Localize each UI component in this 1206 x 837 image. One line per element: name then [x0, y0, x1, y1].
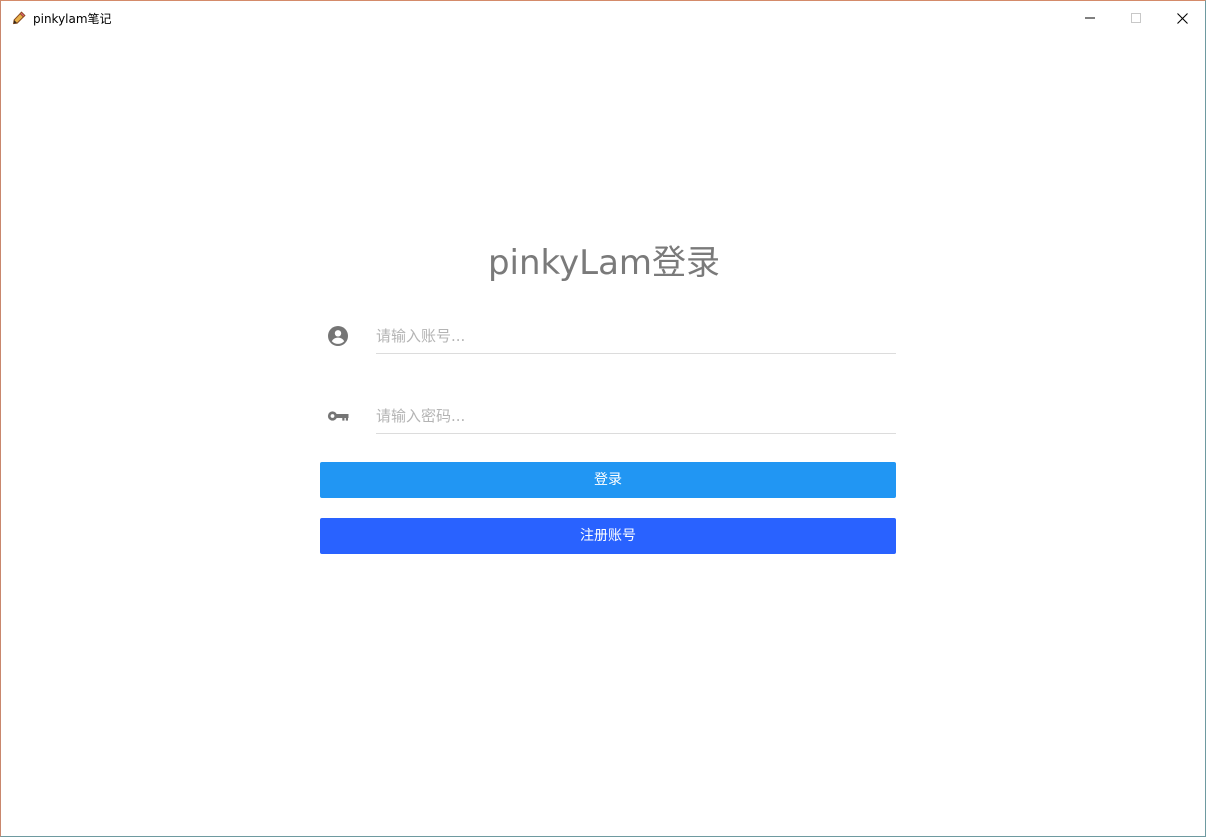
window-title: pinkylam笔记: [33, 12, 112, 26]
close-button[interactable]: [1159, 1, 1205, 35]
password-input[interactable]: [376, 399, 896, 434]
key-icon: [327, 411, 349, 421]
login-heading: pinkyLam登录: [487, 243, 721, 283]
maximize-icon: [1131, 13, 1141, 23]
minimize-icon: [1085, 17, 1095, 19]
app-window: pinkylam笔记 pinkyLam登录 请输入账号... 登录 注册账号: [0, 0, 1206, 837]
maximize-button[interactable]: [1113, 1, 1159, 35]
register-button[interactable]: 注册账号: [320, 518, 896, 554]
account-input[interactable]: [376, 319, 896, 354]
pencil-icon: [13, 11, 26, 25]
login-button[interactable]: 登录: [320, 462, 896, 498]
title-bar[interactable]: pinkylam笔记: [1, 1, 1205, 35]
account-circle-icon: [328, 326, 348, 346]
close-icon: [1176, 12, 1188, 24]
minimize-button[interactable]: [1067, 1, 1113, 35]
